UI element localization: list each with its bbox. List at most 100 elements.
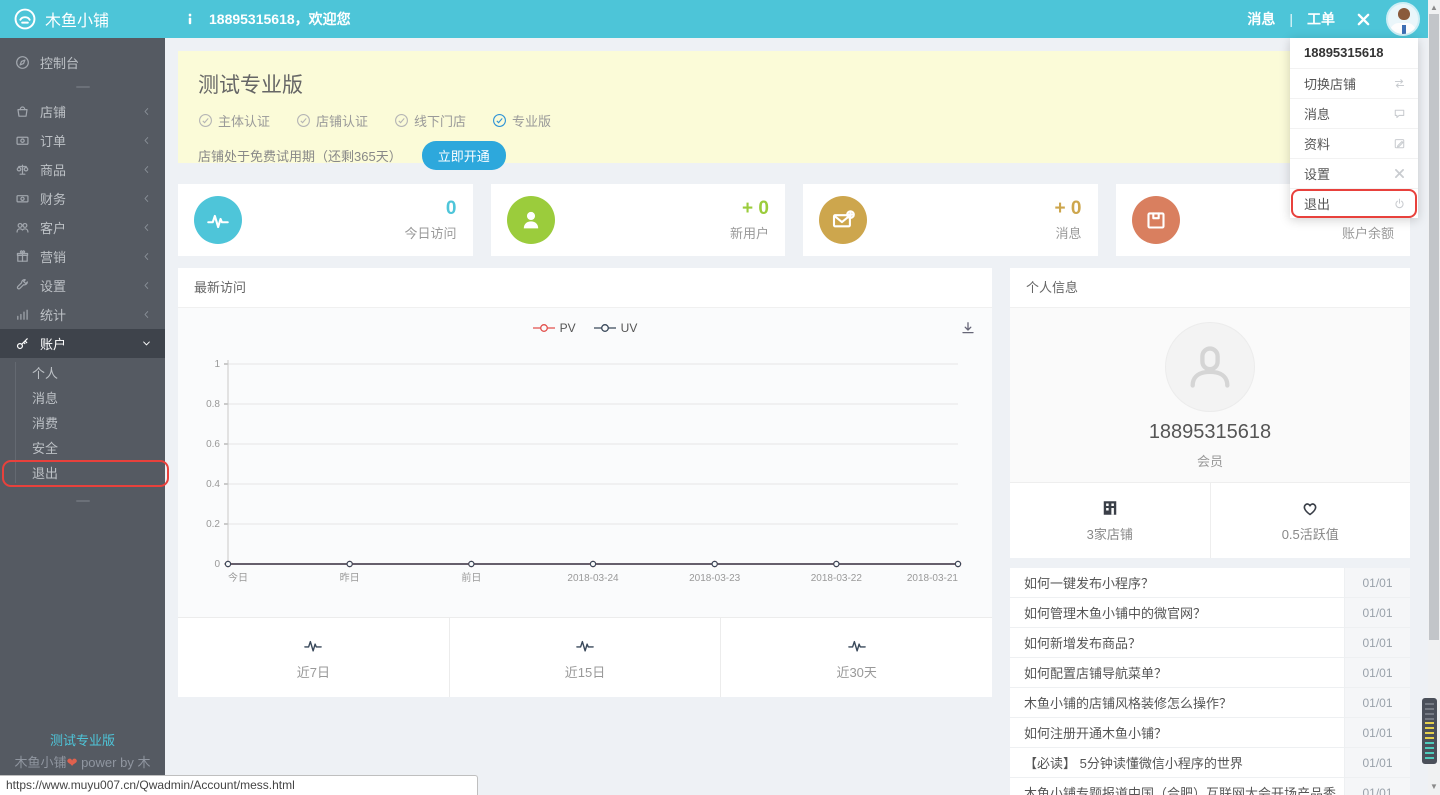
stat-card-0[interactable]: 0今日访问 [178,184,473,256]
user-avatar[interactable] [1386,2,1420,36]
profile-metric-1[interactable]: 0.5活跃值 [1211,483,1411,558]
trial-text: 店铺处于免费试用期（还剩365天） [198,146,402,165]
right-column: 个人信息 18895315618 会员 3家店铺0.5活跃值 如何一键发布小程序… [1010,268,1410,795]
sidebar-item-label: 账户 [40,334,66,353]
download-icon[interactable] [960,320,976,336]
sidebar-item-1[interactable]: 店铺 [0,97,165,126]
dropdown-account-header: 18895315618 [1290,38,1418,68]
pulse-icon [194,196,242,244]
range-tab-1[interactable]: 近15日 [450,618,722,697]
dropdown-item-1[interactable]: 消息 [1290,98,1418,128]
news-date: 01/01 [1344,748,1410,777]
profile-title: 个人信息 [1010,268,1410,308]
mailplus-icon [819,196,867,244]
profile-metric-0[interactable]: 3家店铺 [1010,483,1211,558]
activate-now-button[interactable]: 立即开通 [422,141,506,170]
dropdown-item-label: 退出 [1304,194,1330,213]
page-scrollbar[interactable]: ▲ ▼ [1428,0,1440,795]
stat-card-2[interactable]: + 0消息 [803,184,1098,256]
sidebar-item-0[interactable]: 控制台 [0,48,165,77]
sidebar-item-9[interactable]: 账户 [0,329,165,358]
sidebar-item-4[interactable]: 财务 [0,184,165,213]
stat-value: + 0 [730,199,769,219]
scrollbar-thumb[interactable] [1429,14,1439,640]
pulse-icon [206,208,230,232]
compass-icon [15,55,30,70]
side-float-widget[interactable] [1422,698,1437,764]
dropdown-item-0[interactable]: 切换店铺 [1290,68,1418,98]
news-row-3[interactable]: 如何配置店铺导航菜单？01/01 [1010,658,1410,688]
stat-label: 账户余额 [1342,223,1394,242]
wallet-icon [1144,208,1168,232]
news-row-7[interactable]: 木鱼小铺专题报道中国（合肥）互联网大会开场产品秀01/01 [1010,778,1410,795]
stat-card-1[interactable]: + 0新用户 [491,184,786,256]
news-row-0[interactable]: 如何一键发布小程序？01/01 [1010,568,1410,598]
dropdown-item-4[interactable]: 退出 [1290,188,1418,218]
news-row-2[interactable]: 如何新增发布商品？01/01 [1010,628,1410,658]
wallet-icon [1132,196,1180,244]
svg-text:1: 1 [214,359,220,370]
powered-by: 木鱼小铺❤ power by 木 [0,756,165,769]
visits-chart-svg: 00.20.40.60.81今日昨日前日2018-03-242018-03-23… [178,348,992,612]
account-submenu-item-2[interactable]: 消费 [0,411,165,436]
sidebar-item-8[interactable]: 统计 [0,300,165,329]
powered-prefix: 木鱼小铺 [15,755,67,770]
sidebar-item-3[interactable]: 商品 [0,155,165,184]
legend-label: PV [560,321,576,335]
sidebar-item-label: 商品 [40,160,66,179]
account-submenu-item-0[interactable]: 个人 [0,361,165,386]
svg-text:0.4: 0.4 [206,479,220,490]
trial-row: 店铺处于免费试用期（还剩365天） 立即开通 [198,141,1390,170]
stats-row: 0今日访问+ 0新用户+ 0消息账户余额 [178,184,1410,256]
news-row-1[interactable]: 如何管理木鱼小铺中的微官网？01/01 [1010,598,1410,628]
account-submenu: 个人消息消费安全退出 [0,358,165,491]
news-title: 木鱼小铺的店铺风格装修怎么操作？ [1010,688,1344,717]
range-tab-0[interactable]: 近7日 [178,618,450,697]
news-date: 01/01 [1344,778,1410,795]
sidebar-plan-link[interactable]: 测试专业版 [0,734,165,747]
news-date: 01/01 [1344,628,1410,657]
check-circle-icon [492,113,507,128]
scroll-down-arrow-icon[interactable]: ▼ [1428,781,1440,793]
dropdown-item-label: 设置 [1304,164,1330,183]
range-tab-2[interactable]: 近30天 [721,618,992,697]
account-submenu-item-4[interactable]: 退出 [0,461,165,486]
sidebar-item-2[interactable]: 订单 [0,126,165,155]
topbar-messages-link[interactable]: 消息 [1247,9,1275,29]
news-title: 如何配置店铺导航菜单？ [1010,658,1344,687]
sidebar-item-6[interactable]: 营销 [0,242,165,271]
profile-avatar-placeholder[interactable] [1165,322,1255,412]
sidebar-item-label: 财务 [40,189,66,208]
scroll-up-arrow-icon[interactable]: ▲ [1428,2,1440,14]
sidebar-item-7[interactable]: 设置 [0,271,165,300]
topbar-workorder-link[interactable]: 工单 [1307,9,1335,29]
account-submenu-item-3[interactable]: 安全 [0,436,165,461]
sidebar-item-5[interactable]: 客户 [0,213,165,242]
sidebar-item-label: 客户 [40,218,66,237]
range-tab-label: 近7日 [297,662,330,681]
account-submenu-item-1[interactable]: 消息 [0,386,165,411]
plan-title: 测试专业版 [198,69,1390,99]
latest-visits-title: 最新访问 [178,268,992,308]
news-row-4[interactable]: 木鱼小铺的店铺风格装修怎么操作？01/01 [1010,688,1410,718]
news-title: 如何新增发布商品？ [1010,628,1344,657]
news-row-6[interactable]: 【必读】 5分钟读懂微信小程序的世界01/01 [1010,748,1410,778]
svg-text:今日: 今日 [228,571,248,584]
dropdown-item-2[interactable]: 资料 [1290,128,1418,158]
news-row-5[interactable]: 如何注册开通木鱼小铺？01/01 [1010,718,1410,748]
brand-name: 木鱼小铺 [45,7,109,31]
tools-icon[interactable] [1355,11,1372,28]
brand-logo-icon [13,7,37,31]
heart-glyph: ❤ [67,755,78,770]
topbar: 木鱼小铺 18895315618，欢迎您 消息 | 工单 [0,0,1440,38]
legend-item-pv[interactable]: PV [533,321,576,335]
pulse-icon [575,635,595,655]
news-title: 如何管理木鱼小铺中的微官网？ [1010,598,1344,627]
dropdown-item-3[interactable]: 设置 [1290,158,1418,188]
profile-role: 会员 [1197,451,1223,470]
stat-value: + 0 [1055,199,1082,219]
latest-visits-card: 最新访问 PVUV 00.20.40.60.81今日昨日前日2018-03-24… [178,268,992,697]
legend-item-uv[interactable]: UV [594,321,638,335]
stat-value: 0 [404,199,456,219]
profile-phone: 18895315618 [1149,421,1271,444]
